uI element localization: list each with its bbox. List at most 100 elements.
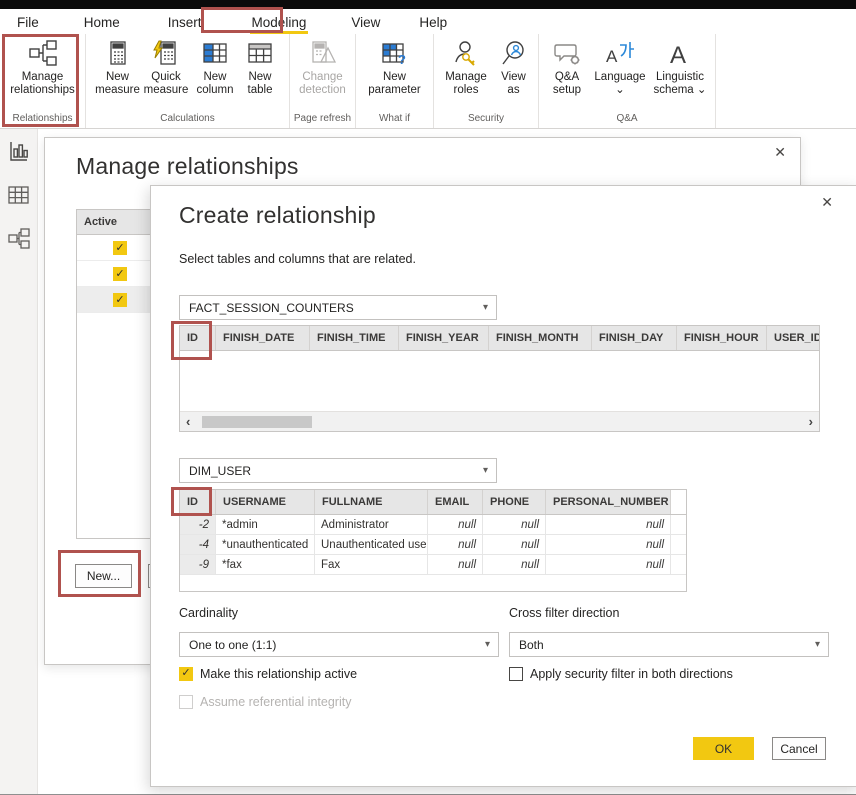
new-table-button[interactable]: New table <box>239 34 281 112</box>
table1-selector-value: FACT_SESSION_COUNTERS <box>189 301 354 315</box>
unchecked-checkbox[interactable] <box>509 667 523 681</box>
button-label: setup <box>553 84 581 97</box>
group-page-refresh: Change detection Page refresh <box>290 34 356 128</box>
column-header-filler <box>671 490 686 514</box>
quick-measure-button[interactable]: Quick measure <box>141 34 191 112</box>
column-header[interactable]: USER_ID <box>767 326 819 350</box>
cancel-button[interactable]: Cancel <box>772 737 826 760</box>
button-label: New <box>248 71 271 84</box>
dim-user-table-preview: ID USERNAME FULLNAME EMAIL PHONE PERSONA… <box>179 489 687 592</box>
checkbox-label: Apply security filter in both directions <box>530 667 733 681</box>
column-header[interactable]: FINISH_HOUR <box>677 326 767 350</box>
column-header[interactable]: FINISH_DAY <box>592 326 677 350</box>
button-label: parameter <box>368 84 420 97</box>
column-header[interactable]: FINISH_DATE <box>216 326 310 350</box>
data-view-icon[interactable] <box>8 185 29 205</box>
make-active-checkbox-row[interactable]: ✓ Make this relationship active <box>179 667 357 681</box>
referential-integrity-checkbox-row: Assume referential integrity <box>179 695 351 709</box>
checkbox-label: Make this relationship active <box>200 667 357 681</box>
view-as-button[interactable]: View as <box>494 34 534 112</box>
cardinality-select[interactable]: One to one (1:1) ▾ <box>179 632 499 657</box>
scroll-left-icon[interactable]: ‹ <box>186 413 190 431</box>
tab-help[interactable]: Help <box>417 12 449 34</box>
model-view-icon[interactable] <box>8 228 30 249</box>
table2-selector-value: DIM_USER <box>189 464 251 478</box>
column-header[interactable]: ID <box>180 490 216 514</box>
cell-username: *unauthenticated <box>216 535 315 554</box>
chevron-down-icon: ▾ <box>483 302 488 313</box>
scroll-right-icon[interactable]: › <box>809 413 813 431</box>
group-relationships: Manage relationships Relationships <box>0 34 86 128</box>
cross-filter-select[interactable]: Both ▾ <box>509 632 829 657</box>
ok-button[interactable]: OK <box>693 737 754 760</box>
security-filter-checkbox-row[interactable]: Apply security filter in both directions <box>509 667 733 681</box>
language-button[interactable]: A Language ⌄ <box>591 34 649 112</box>
column-header[interactable]: USERNAME <box>216 490 315 514</box>
active-checkbox[interactable]: ✓ <box>113 293 127 307</box>
parameter-table-icon: ? <box>381 37 408 69</box>
change-detection-button[interactable]: Change detection <box>293 34 353 112</box>
relationship-row-selected[interactable]: ✓ <box>77 287 151 313</box>
button-label: relationships <box>10 84 75 97</box>
tab-modeling[interactable]: Modeling <box>250 12 309 34</box>
new-relationship-button[interactable]: New... <box>75 564 132 588</box>
cell-personal-number: null <box>546 535 671 554</box>
button-label: table <box>248 84 273 97</box>
table-row[interactable]: -2 *admin Administrator null null null <box>180 515 686 535</box>
relationship-row[interactable]: ✓ <box>77 235 151 261</box>
column-header[interactable]: FINISH_TIME <box>310 326 399 350</box>
cell-phone: null <box>483 535 546 554</box>
new-column-button[interactable]: New column <box>191 34 239 112</box>
new-measure-button[interactable]: New measure <box>94 34 141 112</box>
qa-setup-button[interactable]: Q&A setup <box>543 34 591 112</box>
relationship-row[interactable]: ✓ <box>77 261 151 287</box>
button-label: Manage <box>445 71 487 84</box>
view-sidebar <box>0 129 38 794</box>
speech-bubble-gear-icon <box>554 37 581 69</box>
new-parameter-button[interactable]: ? New parameter <box>365 34 425 112</box>
checked-checkbox[interactable]: ✓ <box>179 667 193 681</box>
close-icon[interactable]: ✕ <box>774 144 786 161</box>
cell-username: *fax <box>216 555 315 574</box>
magnifier-person-icon <box>501 37 527 69</box>
button-label: column <box>196 84 233 97</box>
tab-home[interactable]: Home <box>82 12 122 34</box>
button-label: Change <box>302 71 342 84</box>
table-row[interactable]: -4 *unauthenticated Unauthenticated user… <box>180 535 686 555</box>
cell-email: null <box>428 515 483 534</box>
horizontal-scrollbar[interactable]: ‹ › <box>180 411 819 431</box>
language-icon: A <box>605 37 635 69</box>
column-header[interactable]: PHONE <box>483 490 546 514</box>
table2-selector[interactable]: DIM_USER ▾ <box>179 458 497 483</box>
cardinality-label: Cardinality <box>179 606 238 620</box>
column-header[interactable]: FULLNAME <box>315 490 428 514</box>
button-label: Q&A <box>555 71 579 84</box>
button-label: New <box>203 71 226 84</box>
button-label: Language <box>594 71 645 84</box>
table-row[interactable]: -9 *fax Fax null null null <box>180 555 686 575</box>
column-header[interactable]: FINISH_MONTH <box>489 326 592 350</box>
active-column-header: Active <box>77 210 151 235</box>
column-header[interactable]: EMAIL <box>428 490 483 514</box>
tab-file[interactable]: File <box>15 12 41 34</box>
group-label-security: Security <box>434 112 538 128</box>
group-label-what-if: What if <box>356 112 433 128</box>
scrollbar-thumb[interactable] <box>202 416 312 428</box>
manage-relationships-button[interactable]: Manage relationships <box>1 34 85 112</box>
tab-insert[interactable]: Insert <box>166 12 204 34</box>
close-icon[interactable]: ✕ <box>821 194 833 211</box>
column-header[interactable]: FINISH_YEAR <box>399 326 489 350</box>
table1-selector[interactable]: FACT_SESSION_COUNTERS ▾ <box>179 295 497 320</box>
active-checkbox[interactable]: ✓ <box>113 267 127 281</box>
manage-roles-button[interactable]: Manage roles <box>439 34 494 112</box>
cell-fullname: Fax <box>315 555 428 574</box>
report-view-icon[interactable] <box>8 141 29 162</box>
table-column-icon <box>202 37 228 69</box>
button-label: Quick <box>151 71 180 84</box>
active-checkbox[interactable]: ✓ <box>113 241 127 255</box>
linguistic-schema-button[interactable]: A Linguistic schema ⌄ <box>649 34 711 112</box>
tab-view[interactable]: View <box>349 12 382 34</box>
button-label: New <box>383 71 406 84</box>
column-header[interactable]: ID <box>180 326 216 350</box>
column-header[interactable]: PERSONAL_NUMBER <box>546 490 671 514</box>
